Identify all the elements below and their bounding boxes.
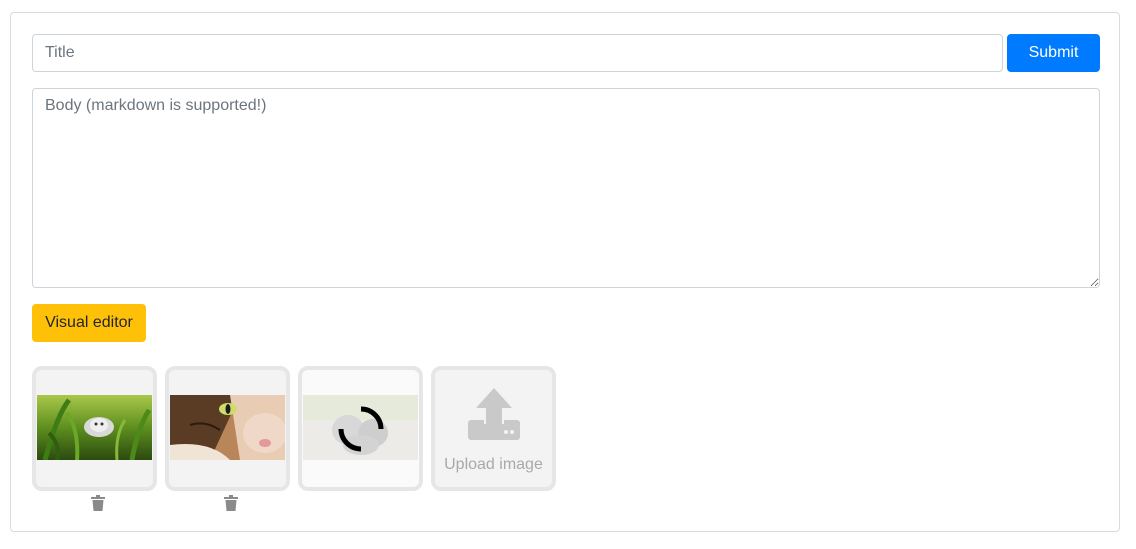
upload-image-button[interactable]: Upload image <box>431 366 556 491</box>
trash-icon <box>91 495 105 511</box>
image-thumbnail-uploading <box>298 366 423 491</box>
trash-icon <box>224 495 238 511</box>
post-editor-card: Submit Visual editor <box>10 12 1120 532</box>
body-textarea[interactable] <box>32 88 1100 288</box>
image-cat-face-closeup <box>170 395 285 460</box>
image-thumbnail-cat-face[interactable] <box>165 366 290 491</box>
image-cat-in-grass <box>37 395 152 460</box>
delete-image-2-button[interactable] <box>221 493 241 513</box>
spinner-icon <box>338 406 384 452</box>
delete-image-1-button[interactable] <box>88 493 108 513</box>
title-input[interactable] <box>32 34 1003 72</box>
visual-editor-button[interactable]: Visual editor <box>32 304 146 342</box>
submit-button[interactable]: Submit <box>1007 34 1100 72</box>
upload-image-label: Upload image <box>444 456 543 473</box>
upload-icon <box>468 388 520 440</box>
image-thumbnail-cat-in-grass[interactable] <box>32 366 157 491</box>
